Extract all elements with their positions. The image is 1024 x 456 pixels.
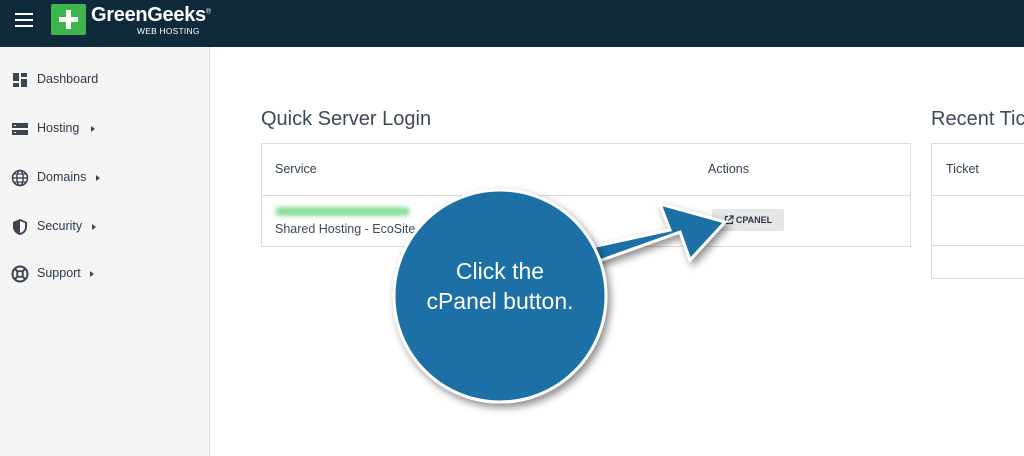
sidebar-item-security[interactable]: Security	[0, 209, 209, 245]
caret-right-icon	[96, 175, 100, 181]
recent-tickets-title: Recent Tic	[931, 108, 1024, 130]
service-plan-name: Shared Hosting - EcoSite P	[275, 222, 428, 236]
callout-line-2: cPanel button.	[426, 288, 574, 314]
column-header-ticket: Ticket	[946, 162, 979, 176]
logo-subtitle: WEB HOSTING	[137, 26, 200, 36]
external-link-icon	[724, 215, 734, 225]
quick-login-table: Service Actions Shared Hosting - EcoSite…	[261, 143, 911, 247]
globe-icon	[11, 169, 29, 187]
sidebar-item-dashboard[interactable]: Dashboard	[0, 62, 209, 98]
server-icon	[12, 123, 28, 135]
column-header-service: Service	[275, 162, 317, 176]
recent-tickets-table: Ticket	[931, 143, 1024, 279]
sidebar-item-label: Domains	[37, 170, 87, 184]
blurred-domain-link[interactable]	[275, 207, 410, 216]
callout-line-1: Click the	[455, 258, 545, 284]
column-header-actions: Actions	[708, 162, 749, 176]
cpanel-button-label: CPANEL	[735, 215, 773, 225]
greengeeks-logo-icon[interactable]	[51, 4, 86, 35]
dashboard-icon	[13, 73, 27, 87]
table-header: Service Actions	[262, 144, 910, 196]
sidebar: Dashboard Hosting Domains Security Suppo…	[0, 47, 210, 456]
caret-right-icon	[91, 126, 95, 132]
callout-text: Click the cPanel button.	[395, 256, 605, 316]
sidebar-item-label: Support	[37, 266, 81, 280]
hamburger-menu-icon[interactable]	[15, 13, 33, 29]
logo-name[interactable]: GreenGeeks®	[91, 4, 211, 27]
sidebar-item-domains[interactable]: Domains	[0, 160, 209, 196]
lifebuoy-icon	[11, 265, 29, 283]
caret-right-icon	[92, 224, 96, 230]
sidebar-item-label: Security	[37, 219, 83, 233]
sidebar-item-label: Dashboard	[37, 72, 99, 86]
sidebar-item-support[interactable]: Support	[0, 256, 209, 292]
sidebar-item-hosting[interactable]: Hosting	[0, 111, 209, 147]
caret-right-icon	[90, 271, 94, 277]
sidebar-item-label: Hosting	[37, 121, 80, 135]
quick-server-login-title: Quick Server Login	[261, 108, 432, 130]
top-bar: GreenGeeks® WEB HOSTING	[0, 0, 1024, 47]
table-row	[932, 245, 1024, 246]
shield-icon	[13, 219, 27, 235]
cpanel-button[interactable]: CPANEL	[712, 209, 784, 231]
table-row	[932, 195, 1024, 196]
